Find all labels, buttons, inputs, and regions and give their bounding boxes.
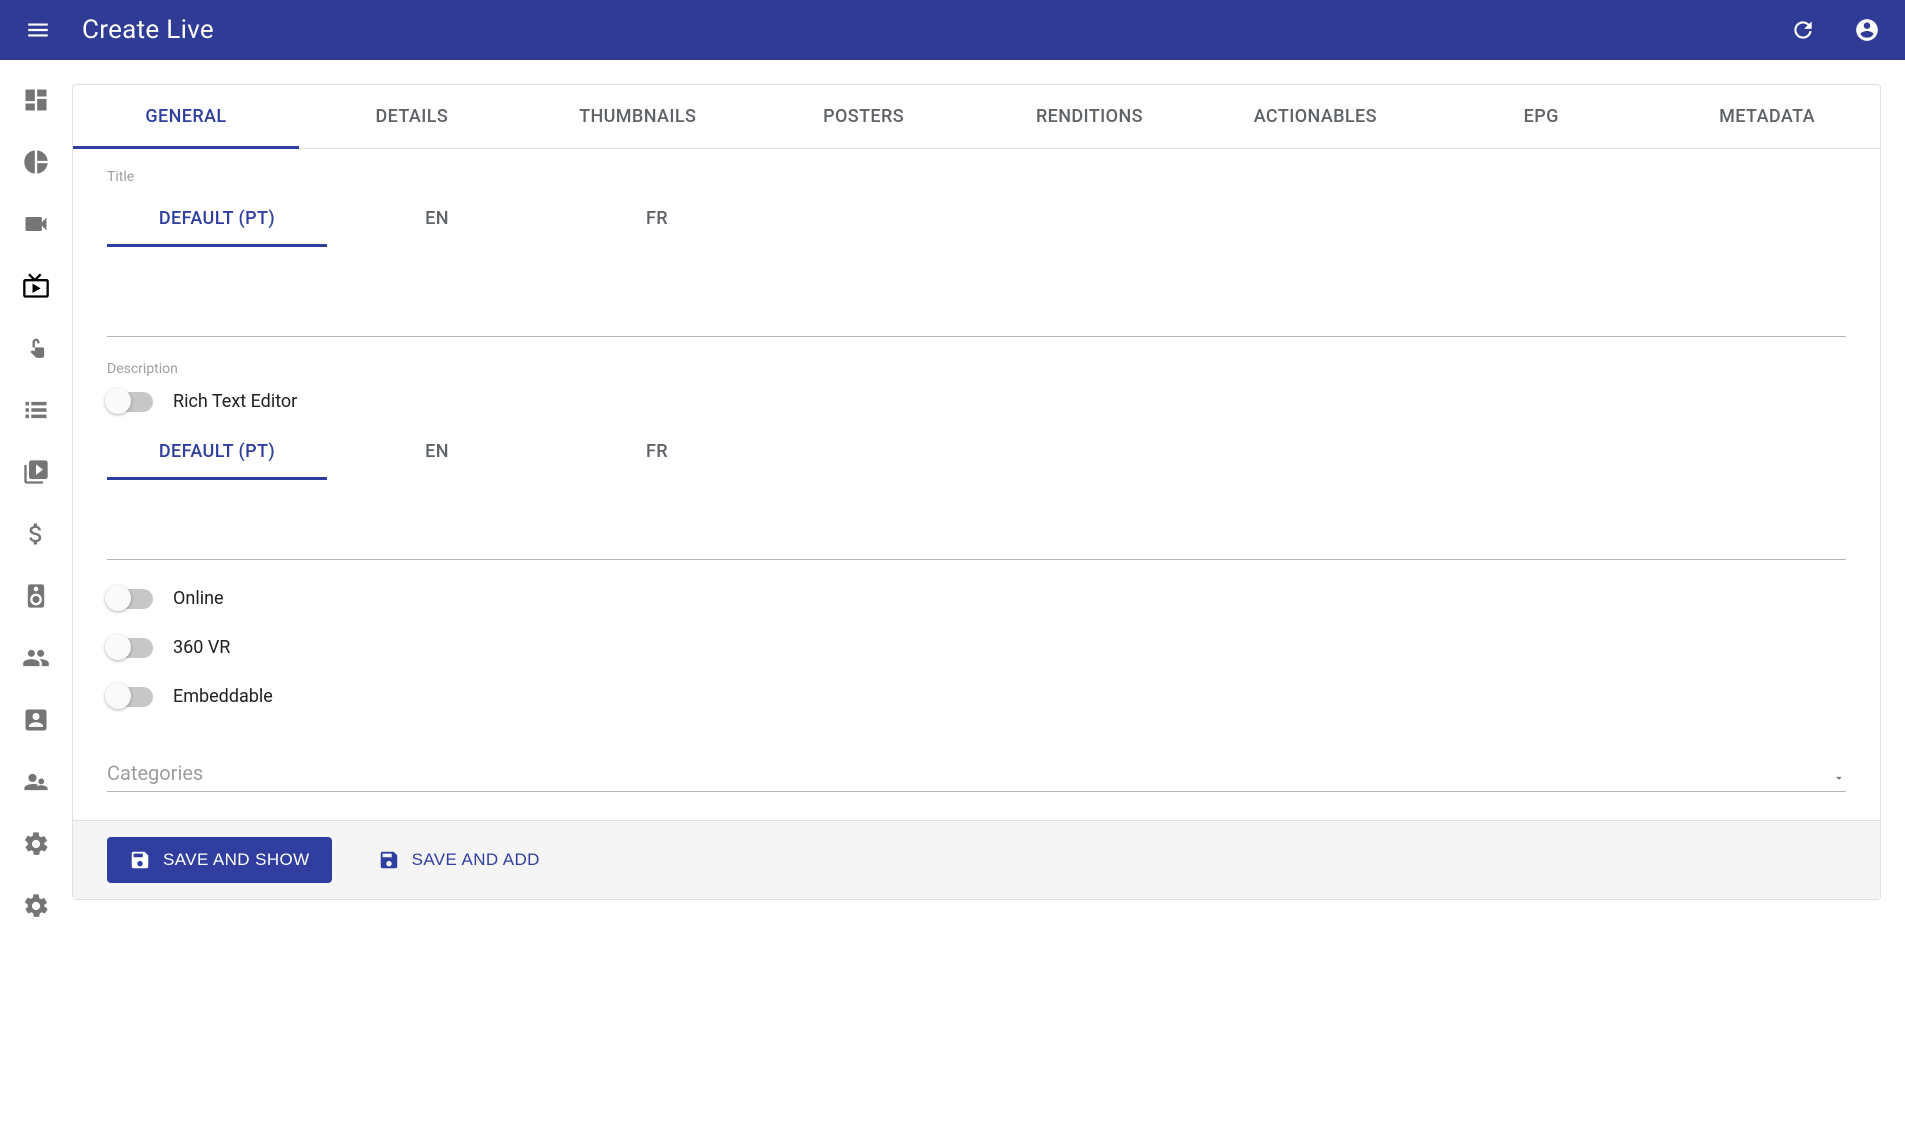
live-tv-icon: [22, 272, 50, 300]
nav-settings[interactable]: [16, 828, 56, 860]
toggle-online-label: Online: [173, 588, 224, 609]
desc-tab-en[interactable]: EN: [327, 422, 547, 480]
title-lang-tabs: DEFAULT (PT) EN FR: [107, 189, 1846, 247]
categories-select[interactable]: Categories: [107, 761, 1846, 792]
tab-actionables[interactable]: ACTIONABLES: [1202, 85, 1428, 148]
account-box-icon: [22, 706, 50, 734]
nav-monetization[interactable]: [16, 518, 56, 550]
title-tab-en[interactable]: EN: [327, 189, 547, 247]
nav-library[interactable]: [16, 456, 56, 488]
tab-epg[interactable]: EPG: [1428, 85, 1654, 148]
save-and-add-label: SAVE AND ADD: [412, 850, 540, 870]
toggle-360vr-label: 360 VR: [173, 637, 230, 658]
categories-placeholder: Categories: [107, 761, 203, 785]
nav-rail: [0, 60, 72, 1125]
card-footer: SAVE AND SHOW SAVE AND ADD: [73, 820, 1880, 899]
app-bar: Create Live: [0, 0, 1905, 60]
tab-posters[interactable]: POSTERS: [751, 85, 977, 148]
chevron-down-icon: [1832, 771, 1846, 785]
account-icon[interactable]: [1847, 10, 1887, 50]
app-title: Create Live: [82, 15, 214, 45]
desc-tab-fr[interactable]: FR: [547, 422, 767, 480]
save-and-add-button[interactable]: SAVE AND ADD: [356, 837, 562, 883]
tabs-main: GENERAL DETAILS THUMBNAILS POSTERS RENDI…: [73, 85, 1880, 149]
nav-devices[interactable]: [16, 580, 56, 612]
description-lang-tabs: DEFAULT (PT) EN FR: [107, 422, 1846, 480]
nav-users[interactable]: [16, 642, 56, 674]
save-and-show-button[interactable]: SAVE AND SHOW: [107, 837, 332, 883]
nav-analytics[interactable]: [16, 146, 56, 178]
nav-live[interactable]: [16, 270, 56, 302]
toggle-embeddable[interactable]: [107, 687, 153, 707]
refresh-icon[interactable]: [1783, 10, 1823, 50]
tab-thumbnails[interactable]: THUMBNAILS: [525, 85, 751, 148]
nav-account[interactable]: [16, 704, 56, 736]
speaker-icon: [22, 582, 50, 610]
title-input[interactable]: [107, 253, 1846, 337]
description-label: Description: [107, 361, 1846, 377]
touch-icon: [22, 334, 50, 362]
list-icon: [22, 396, 50, 424]
title-tab-default[interactable]: DEFAULT (PT): [107, 189, 327, 247]
main-content: GENERAL DETAILS THUMBNAILS POSTERS RENDI…: [72, 60, 1905, 1125]
tab-general[interactable]: GENERAL: [73, 85, 299, 148]
save-icon: [378, 849, 400, 871]
toggle-rich-text-label: Rich Text Editor: [173, 391, 297, 412]
nav-interactive[interactable]: [16, 332, 56, 364]
nav-list[interactable]: [16, 394, 56, 426]
card: GENERAL DETAILS THUMBNAILS POSTERS RENDI…: [72, 84, 1881, 900]
tab-details[interactable]: DETAILS: [299, 85, 525, 148]
video-library-icon: [22, 458, 50, 486]
settings-icon: [22, 830, 50, 858]
nav-video[interactable]: [16, 208, 56, 240]
settings-icon: [22, 892, 50, 920]
tab-metadata[interactable]: METADATA: [1654, 85, 1880, 148]
dollar-icon: [22, 520, 50, 548]
videocam-icon: [22, 210, 50, 238]
menu-icon[interactable]: [18, 10, 58, 50]
nav-team[interactable]: [16, 766, 56, 798]
pie-chart-icon: [22, 148, 50, 176]
group-icon: [22, 644, 50, 672]
title-tab-fr[interactable]: FR: [547, 189, 767, 247]
save-icon: [129, 849, 151, 871]
save-and-show-label: SAVE AND SHOW: [163, 850, 310, 870]
toggle-online[interactable]: [107, 589, 153, 609]
tab-renditions[interactable]: RENDITIONS: [977, 85, 1203, 148]
toggle-rich-text[interactable]: [107, 392, 153, 412]
nav-settings-2[interactable]: [16, 890, 56, 922]
toggle-360vr[interactable]: [107, 638, 153, 658]
supervised-user-icon: [22, 768, 50, 796]
dashboard-icon: [22, 86, 50, 114]
nav-dashboard[interactable]: [16, 84, 56, 116]
toggle-embeddable-label: Embeddable: [173, 686, 273, 707]
description-input[interactable]: [107, 486, 1846, 560]
title-label: Title: [107, 169, 1846, 185]
desc-tab-default[interactable]: DEFAULT (PT): [107, 422, 327, 480]
